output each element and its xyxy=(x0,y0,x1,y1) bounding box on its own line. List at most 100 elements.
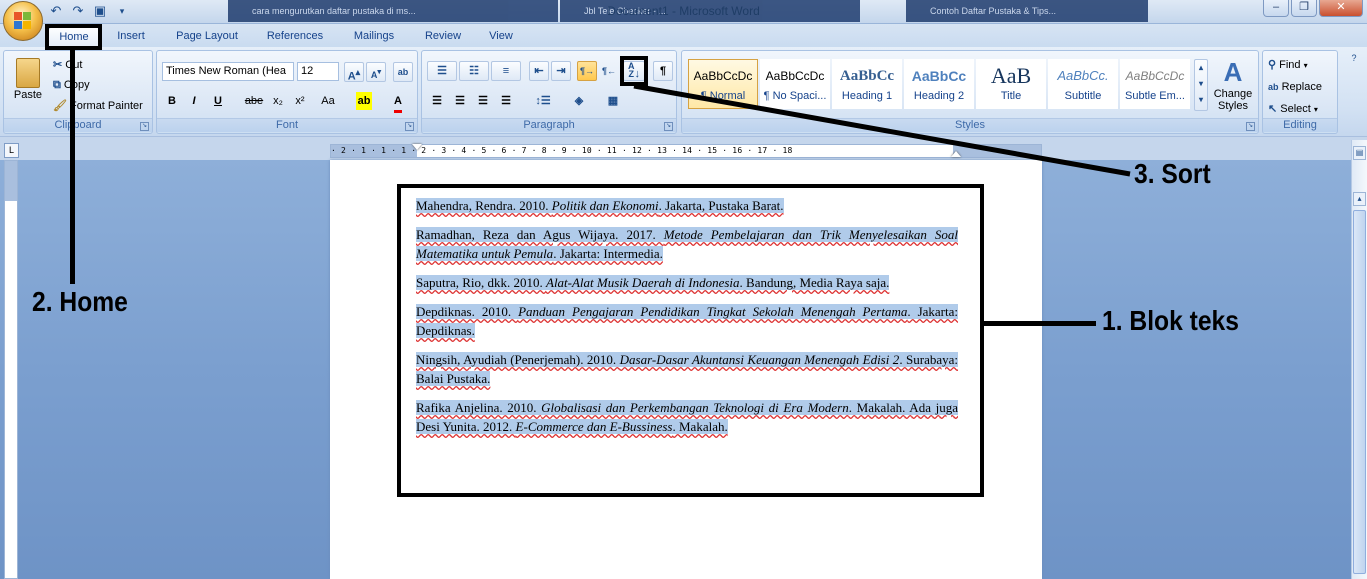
highlight-button[interactable]: ab xyxy=(349,91,379,111)
ribbon-tabs: Home Insert Page Layout References Maili… xyxy=(0,24,1367,47)
tab-insert[interactable]: Insert xyxy=(108,27,154,47)
ribbon: Paste ✂ Cut ⧉ Copy 🖌 Format Painter Clip… xyxy=(0,47,1367,136)
horizontal-ruler[interactable]: · 2 · 1 · 1 · 1 · 2 · 3 · 4 · 5 · 6 · 7 … xyxy=(330,144,1042,158)
line-spacing-icon: ↕☰ xyxy=(535,95,551,107)
change-styles-button[interactable]: A Change Styles xyxy=(1210,55,1256,117)
strikethrough-button[interactable]: abe xyxy=(242,91,266,111)
ltr-button[interactable]: ¶→ xyxy=(577,61,597,81)
right-indent-marker-icon[interactable] xyxy=(951,151,961,157)
annotation-sort-box xyxy=(620,56,648,86)
borders-icon: ▦ xyxy=(607,95,619,107)
copy-icon: ⧉ xyxy=(53,79,61,91)
style-subtle-emphasis[interactable]: AaBbCcDc Subtle Em... xyxy=(1120,59,1190,109)
paste-button[interactable]: Paste xyxy=(8,55,48,117)
style-subtitle[interactable]: AaBbCc. Subtitle xyxy=(1048,59,1118,109)
scroll-thumb[interactable] xyxy=(1353,210,1366,574)
help-icon[interactable]: ? xyxy=(1346,51,1362,65)
paragraph-launcher-icon[interactable]: ↘ xyxy=(664,122,673,131)
scroll-up-icon[interactable]: ▴ xyxy=(1353,192,1366,206)
annotation-text-block-label: 1. Blok teks xyxy=(1102,305,1239,336)
change-case-button[interactable]: Aa xyxy=(314,91,342,111)
vertical-scrollbar[interactable]: ▤ ▴ xyxy=(1351,140,1367,579)
font-size-box[interactable]: 12 xyxy=(297,62,339,81)
indent-marker-icon[interactable] xyxy=(412,144,422,150)
rtl-button[interactable]: ¶← xyxy=(599,61,619,81)
tab-selector[interactable]: L xyxy=(4,143,19,158)
tab-page-layout[interactable]: Page Layout xyxy=(166,27,248,47)
align-center-button[interactable]: ☰ xyxy=(450,91,470,111)
align-center-icon: ☰ xyxy=(455,95,465,107)
italic-button[interactable]: I xyxy=(184,91,204,111)
tab-review[interactable]: Review xyxy=(416,27,470,47)
replace-button[interactable]: ab Replace xyxy=(1267,77,1335,95)
clipboard-launcher-icon[interactable]: ↘ xyxy=(140,122,149,131)
bullets-button[interactable]: ☰ xyxy=(427,61,457,81)
format-painter-button[interactable]: 🖌 Format Painter xyxy=(52,96,152,114)
styles-group-label: Styles xyxy=(682,118,1258,132)
borders-button[interactable]: ▦ xyxy=(598,91,628,111)
underline-button[interactable]: U xyxy=(206,91,230,111)
justify-icon: ☰ xyxy=(501,95,511,107)
increase-indent-icon: ⇥ xyxy=(556,65,566,77)
ruler-toggle-icon[interactable]: ▤ xyxy=(1353,146,1366,160)
highlighter-icon: ab xyxy=(355,92,373,110)
subscript-button[interactable]: x₂ xyxy=(268,91,288,111)
font-launcher-icon[interactable]: ↘ xyxy=(405,122,414,131)
shrink-font-button[interactable]: A▾ xyxy=(366,62,386,82)
justify-button[interactable]: ☰ xyxy=(496,91,516,111)
select-button[interactable]: ↖ Select ▾ xyxy=(1267,99,1335,117)
title-bar: cara mengurutkan daftar pustaka di ms...… xyxy=(0,0,1367,24)
tab-mailings[interactable]: Mailings xyxy=(342,27,406,47)
find-button[interactable]: ⚲ Find ▾ xyxy=(1267,55,1335,73)
font-group: Times New Roman (Hea 12 A▴ A▾ ab B I U a… xyxy=(156,50,418,134)
clear-formatting-button[interactable]: ab xyxy=(393,62,413,82)
brush-icon: 🖌 xyxy=(53,100,67,112)
minimize-icon[interactable]: – xyxy=(1263,0,1289,17)
left-to-right-icon: ¶→ xyxy=(579,66,594,76)
change-styles-icon: A xyxy=(1223,57,1243,87)
style-heading-2[interactable]: AaBbCc Heading 2 xyxy=(904,59,974,109)
annotation-sort-label: 3. Sort xyxy=(1134,158,1211,189)
window-controls: – ❐ ✕ xyxy=(1263,0,1363,17)
clear-format-icon: ab xyxy=(397,67,409,77)
tab-references[interactable]: References xyxy=(258,27,332,47)
font-color-button[interactable]: A xyxy=(383,91,413,113)
annotation-text-block-box xyxy=(397,184,984,497)
close-icon[interactable]: ✕ xyxy=(1319,0,1363,17)
decrease-indent-button[interactable]: ⇤ xyxy=(529,61,549,81)
clipboard-icon xyxy=(16,58,40,88)
grow-font-button[interactable]: A▴ xyxy=(344,62,364,83)
style-title[interactable]: AaB Title xyxy=(976,59,1046,109)
styles-launcher-icon[interactable]: ↘ xyxy=(1246,122,1255,131)
numbering-button[interactable]: ☷ xyxy=(459,61,489,81)
tab-view[interactable]: View xyxy=(480,27,522,47)
numbered-list-icon: ☷ xyxy=(469,65,479,77)
style-heading-1[interactable]: AaBbCc Heading 1 xyxy=(832,59,902,109)
copy-button[interactable]: ⧉ Copy xyxy=(52,75,148,93)
editing-group: ⚲ Find ▾ ab Replace ↖ Select ▾ Editing xyxy=(1262,50,1338,134)
ruler-bar: L · 2 · 1 · 1 · 1 · 2 · 3 · 4 · 5 · 6 · … xyxy=(0,136,1367,160)
decrease-indent-icon: ⇤ xyxy=(534,65,544,77)
office-button[interactable] xyxy=(3,1,43,41)
cut-button[interactable]: ✂ Cut xyxy=(52,55,148,73)
multilevel-list-button[interactable]: ≡ xyxy=(491,61,521,81)
styles-group: AaBbCcDc ¶ Normal AaBbCcDc ¶ No Spaci...… xyxy=(681,50,1259,134)
restore-icon[interactable]: ❐ xyxy=(1291,0,1317,17)
line-spacing-button[interactable]: ↕☰ xyxy=(528,91,558,111)
annotation-home-box xyxy=(45,24,102,50)
style-normal[interactable]: AaBbCcDc ¶ Normal xyxy=(688,59,758,109)
align-left-button[interactable]: ☰ xyxy=(427,91,447,111)
vertical-ruler[interactable] xyxy=(4,160,18,579)
styles-gallery-scroll[interactable]: ▴ ▾ ▾ xyxy=(1194,59,1208,111)
increase-indent-button[interactable]: ⇥ xyxy=(551,61,571,81)
annotation-home-line xyxy=(70,50,75,284)
show-hide-button[interactable]: ¶ xyxy=(653,61,673,81)
style-no-spacing[interactable]: AaBbCcDc ¶ No Spaci... xyxy=(760,59,830,109)
align-left-icon: ☰ xyxy=(432,95,442,107)
shading-button[interactable]: ◈ xyxy=(564,91,594,111)
font-name-box[interactable]: Times New Roman (Hea xyxy=(162,62,294,81)
superscript-button[interactable]: x² xyxy=(290,91,310,111)
replace-icon: ab xyxy=(1268,82,1279,92)
bold-button[interactable]: B xyxy=(162,91,182,111)
align-right-button[interactable]: ☰ xyxy=(473,91,493,111)
